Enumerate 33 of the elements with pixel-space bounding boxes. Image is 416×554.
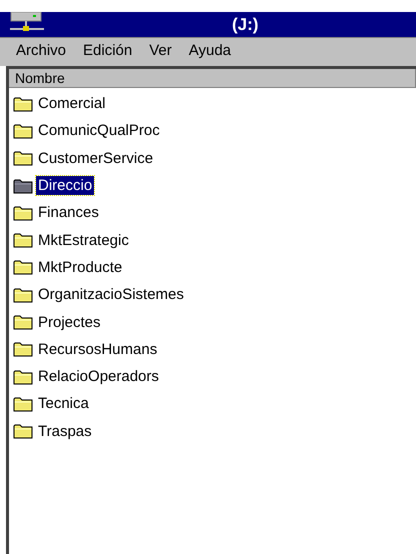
folder-name[interactable]: MktEstrategic bbox=[36, 230, 131, 250]
folder-name[interactable]: Direccio bbox=[36, 176, 94, 196]
folder-name[interactable]: ComunicQualProc bbox=[36, 121, 162, 140]
folder-icon bbox=[13, 314, 33, 330]
folder-icon bbox=[13, 341, 33, 358]
folder-icon bbox=[13, 423, 33, 440]
menu-item[interactable]: Edición bbox=[83, 43, 132, 58]
folder-icon bbox=[13, 286, 33, 303]
folder-icon bbox=[13, 259, 33, 276]
folder-icon bbox=[13, 232, 33, 248]
folder-name[interactable]: Tecnica bbox=[36, 394, 91, 414]
folder-name[interactable]: CustomerService bbox=[36, 148, 156, 168]
folder-icon bbox=[13, 396, 33, 412]
folder-icon bbox=[13, 368, 33, 385]
folder-name[interactable]: MktProducte bbox=[36, 258, 124, 277]
column-header[interactable]: Nombre bbox=[9, 69, 416, 88]
folder-name[interactable]: Projectes bbox=[36, 312, 103, 332]
folder-name[interactable]: Comercial bbox=[36, 94, 108, 114]
folder-name[interactable]: RecursosHumans bbox=[36, 340, 160, 359]
folder-name[interactable]: RelacioOperadors bbox=[36, 367, 161, 386]
folder-icon bbox=[13, 204, 33, 221]
folder-name[interactable]: Traspas bbox=[36, 422, 94, 441]
window-title: (J:) bbox=[232, 16, 258, 33]
menu-item[interactable]: Ayuda bbox=[188, 43, 232, 58]
network-drive-icon bbox=[9, 12, 45, 34]
folder-icon bbox=[13, 96, 33, 112]
folder-name[interactable]: Finances bbox=[36, 203, 101, 222]
menu-item[interactable]: Archivo bbox=[16, 43, 66, 58]
menu-item[interactable]: Ver bbox=[149, 43, 172, 58]
folder-icon bbox=[13, 122, 33, 139]
folder-icon bbox=[13, 178, 33, 194]
folder-name[interactable]: OrganitzacioSistemes bbox=[36, 285, 186, 304]
folder-icon bbox=[13, 150, 33, 166]
